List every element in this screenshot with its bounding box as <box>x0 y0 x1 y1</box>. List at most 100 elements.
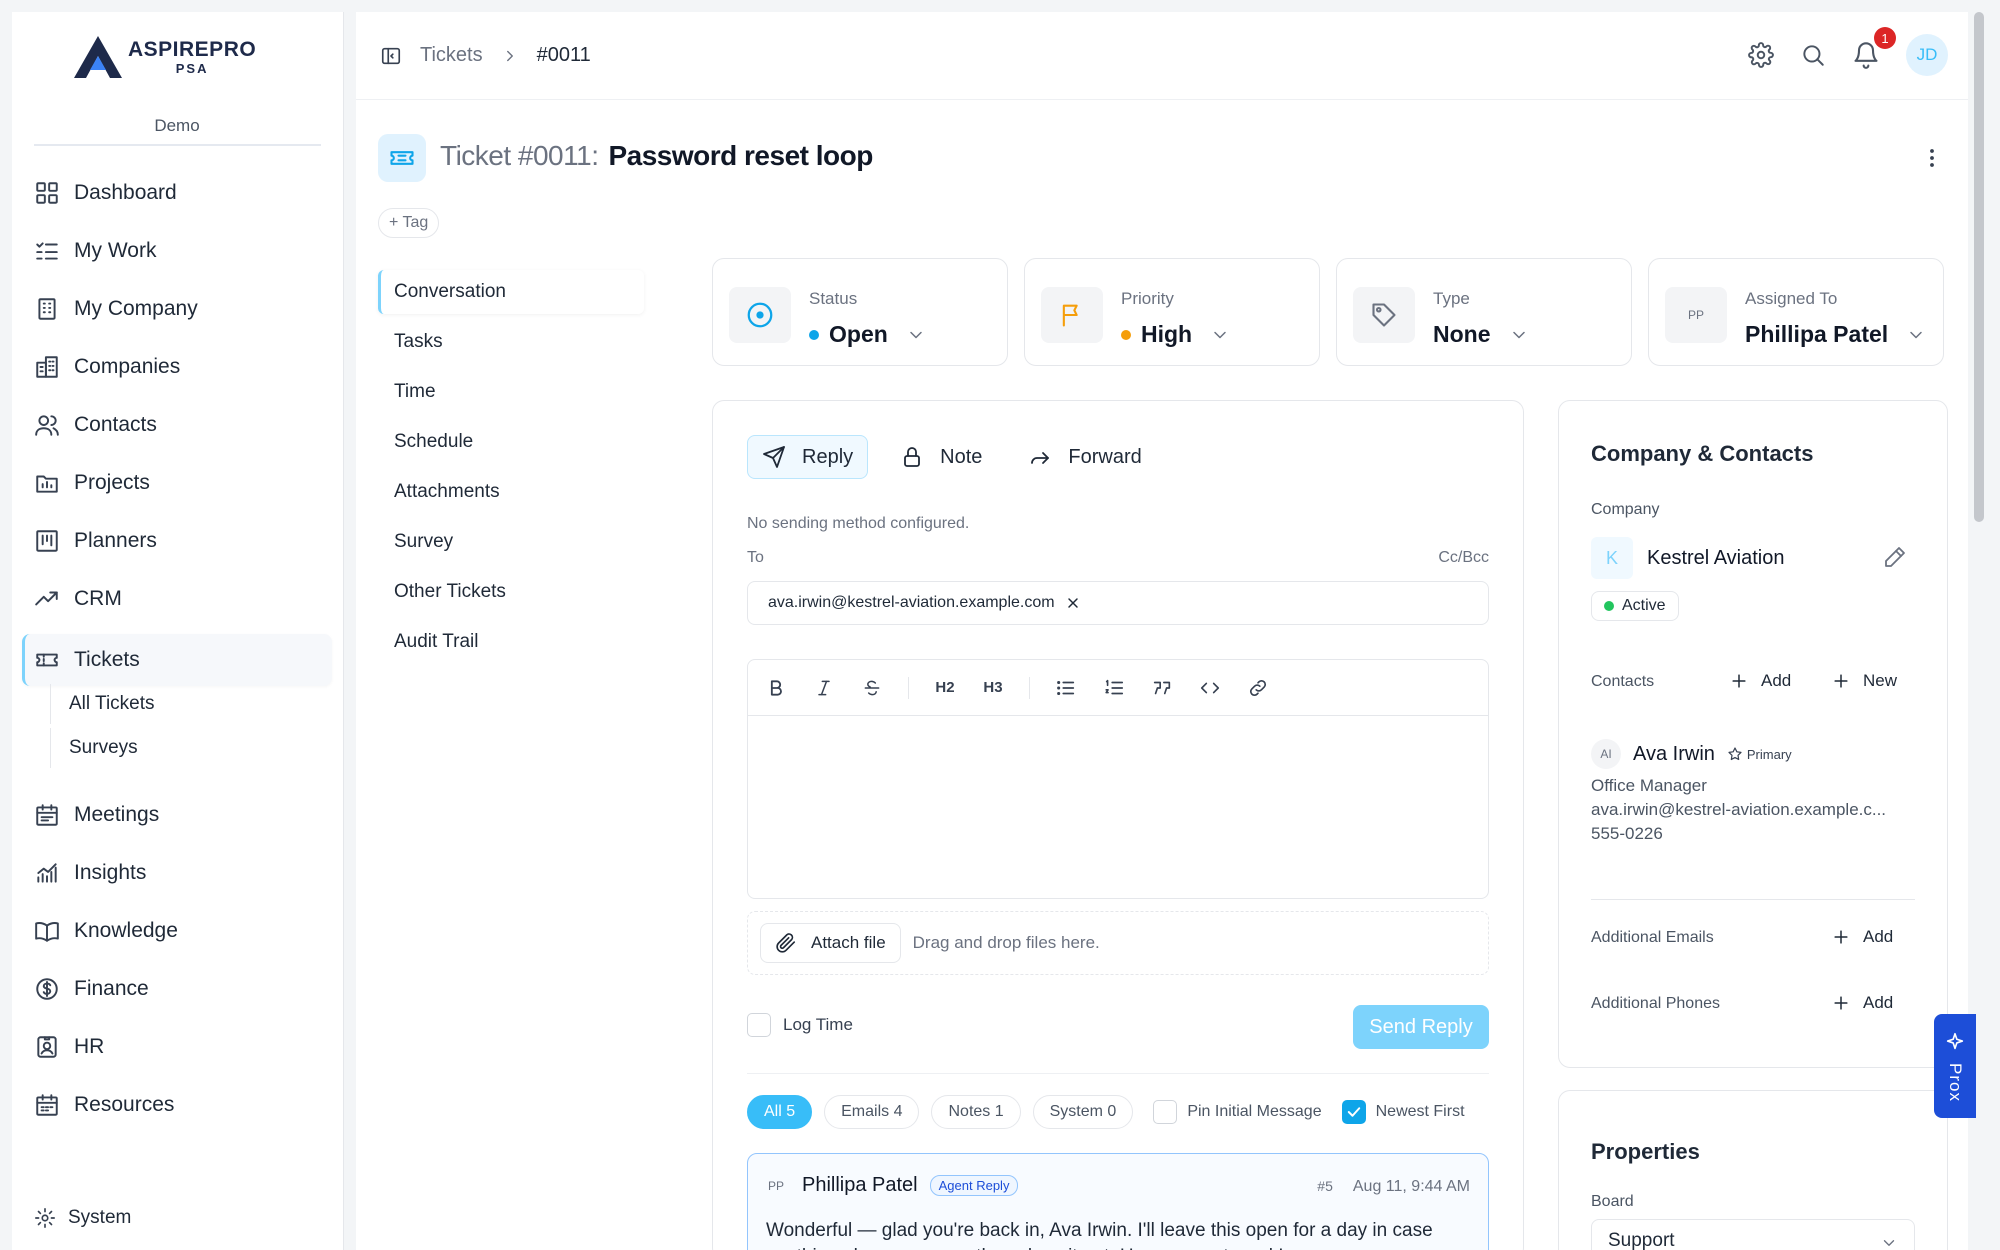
settings-icon[interactable] <box>1748 42 1774 68</box>
prox-assistant-button[interactable]: Prox <box>1934 1014 1976 1118</box>
add-tag-button[interactable]: + Tag <box>378 208 440 238</box>
brand-logo[interactable]: ASPIREPRO PSA <box>72 34 256 80</box>
sidebar-subitem-surveys[interactable]: Surveys <box>50 728 310 768</box>
note-tab[interactable]: Note <box>886 435 996 479</box>
filter-all[interactable]: All 5 <box>747 1095 813 1129</box>
contact-entry[interactable]: AI Ava Irwin Primary Office Manager ava.… <box>1591 739 1886 843</box>
planner-icon <box>36 530 58 552</box>
sidebar-item-crm[interactable]: CRM <box>22 573 332 625</box>
type-field[interactable]: Type None <box>1336 258 1632 366</box>
sidebar-item-my-company[interactable]: My Company <box>22 283 332 335</box>
sidebar-item-label: Knowledge <box>74 919 178 942</box>
filter-emails[interactable]: Emails 4 <box>824 1095 920 1129</box>
status-field[interactable]: Status Open <box>712 258 1008 366</box>
contact-phone[interactable]: 555-0226 <box>1591 825 1886 843</box>
company-label: Company <box>1591 501 1660 518</box>
type-label: Type <box>1433 289 1470 308</box>
timeline-message[interactable]: PP Phillipa Patel Agent Reply #5 Aug 11,… <box>747 1153 1489 1250</box>
sidebar-item-finance[interactable]: Finance <box>22 963 332 1015</box>
tag-icon <box>1372 303 1396 327</box>
bullet-list-icon[interactable] <box>1054 676 1078 700</box>
code-icon[interactable] <box>1198 676 1222 700</box>
attach-file-button[interactable]: Attach file <box>760 923 901 963</box>
sidebar-item-tickets[interactable]: Tickets <box>22 634 332 686</box>
add-email-button[interactable]: Add <box>1831 927 1893 947</box>
sidebar-item-companies[interactable]: Companies <box>22 341 332 393</box>
sidebar-item-resources[interactable]: Resources <box>22 1079 332 1131</box>
notifications-button[interactable]: 1 <box>1852 27 1896 69</box>
bold-icon[interactable] <box>764 676 788 700</box>
tab-other-tickets[interactable]: Other Tickets <box>378 570 644 614</box>
chevron-down-icon <box>1910 331 1922 338</box>
filter-notes[interactable]: Notes 1 <box>931 1095 1021 1129</box>
send-reply-button[interactable]: Send Reply <box>1353 1005 1489 1049</box>
ticket-badge <box>378 134 426 182</box>
type-value: None <box>1433 321 1491 347</box>
message-editor[interactable]: H2 H3 <box>747 659 1489 899</box>
newest-first-checkbox[interactable] <box>1341 1100 1366 1124</box>
tab-audit-trail[interactable]: Audit Trail <box>378 620 644 664</box>
tab-time[interactable]: Time <box>378 370 644 414</box>
sidebar-toggle-icon[interactable] <box>380 45 402 67</box>
log-time-option[interactable]: Log Time <box>747 1013 853 1037</box>
heading3-icon[interactable]: H3 <box>981 676 1005 700</box>
breadcrumb-tickets[interactable]: Tickets <box>420 44 483 67</box>
board-select[interactable]: Support <box>1591 1219 1915 1250</box>
tab-tasks[interactable]: Tasks <box>378 320 644 364</box>
sidebar-item-projects[interactable]: Projects <box>22 457 332 509</box>
quote-icon[interactable] <box>1150 676 1174 700</box>
sidebar-item-my-work[interactable]: My Work <box>22 225 332 277</box>
tab-conversation[interactable]: Conversation <box>378 270 644 314</box>
edit-pencil-icon[interactable] <box>1883 545 1907 569</box>
ticket-number: Ticket #0011: <box>440 140 599 171</box>
company-status-badge: Active <box>1591 591 1679 621</box>
italic-icon[interactable] <box>812 676 836 700</box>
attachment-dropzone[interactable]: Attach file Drag and drop files here. <box>747 911 1489 975</box>
brand-name: ASPIREPRO <box>128 38 257 61</box>
sidebar-item-system[interactable]: System <box>22 1192 332 1244</box>
numbered-list-icon[interactable] <box>1102 676 1126 700</box>
tab-schedule[interactable]: Schedule <box>378 420 644 464</box>
assignee-initials: PP <box>1687 308 1704 322</box>
sidebar-subitem-all-tickets[interactable]: All Tickets <box>50 684 310 724</box>
sidebar-item-planners[interactable]: Planners <box>22 515 332 567</box>
cc-bcc-toggle[interactable]: Cc/Bcc <box>1438 549 1489 567</box>
log-time-checkbox[interactable] <box>747 1013 771 1037</box>
sidebar-item-label: My Work <box>74 239 157 262</box>
reply-tab[interactable]: Reply <box>747 435 869 479</box>
sidebar-item-contacts[interactable]: Contacts <box>22 399 332 451</box>
add-phone-button[interactable]: Add <box>1831 993 1893 1013</box>
sidebar-item-hr[interactable]: HR <box>22 1021 332 1073</box>
to-field[interactable]: ava.irwin@kestrel-aviation.example.com <box>747 581 1489 625</box>
sidebar-item-meetings[interactable]: Meetings <box>22 789 332 841</box>
contact-email[interactable]: ava.irwin@kestrel-aviation.example.c... <box>1591 801 1886 819</box>
filter-system[interactable]: System 0 <box>1032 1095 1134 1129</box>
sidebar-item-dashboard[interactable]: Dashboard <box>22 167 332 219</box>
tab-survey[interactable]: Survey <box>378 520 644 564</box>
forward-tab[interactable]: Forward <box>1014 435 1155 479</box>
remove-recipient-icon[interactable] <box>1065 595 1081 611</box>
sidebar-item-knowledge[interactable]: Knowledge <box>22 905 332 957</box>
heading2-icon[interactable]: H2 <box>933 676 957 700</box>
toolbar-divider <box>908 676 909 699</box>
strikethrough-icon[interactable] <box>860 676 884 700</box>
link-icon[interactable] <box>1246 676 1270 700</box>
search-icon[interactable] <box>1800 42 1826 68</box>
company-avatar: K <box>1591 537 1633 579</box>
assigned-field[interactable]: PP Assigned To Phillipa Patel <box>1648 258 1944 366</box>
contact-name[interactable]: Ava Irwin <box>1633 743 1715 766</box>
newest-first-option[interactable]: Newest First <box>1341 1100 1465 1124</box>
sidebar-item-insights[interactable]: Insights <box>22 847 332 899</box>
priority-field[interactable]: Priority High <box>1024 258 1320 366</box>
company-name[interactable]: Kestrel Aviation <box>1647 547 1785 570</box>
pin-initial-message-option[interactable]: Pin Initial Message <box>1153 1100 1322 1124</box>
add-contact-button[interactable]: Add <box>1729 671 1791 691</box>
pin-initial-checkbox[interactable] <box>1153 1100 1178 1124</box>
tab-attachments[interactable]: Attachments <box>378 470 644 514</box>
user-avatar[interactable]: JD <box>1906 34 1948 76</box>
ticket-title[interactable]: Password reset loop <box>608 140 873 172</box>
paperclip-icon <box>776 933 796 953</box>
new-contact-button[interactable]: New <box>1831 671 1897 691</box>
scrollbar[interactable] <box>1974 12 1984 522</box>
more-options-icon[interactable] <box>1920 146 1944 170</box>
